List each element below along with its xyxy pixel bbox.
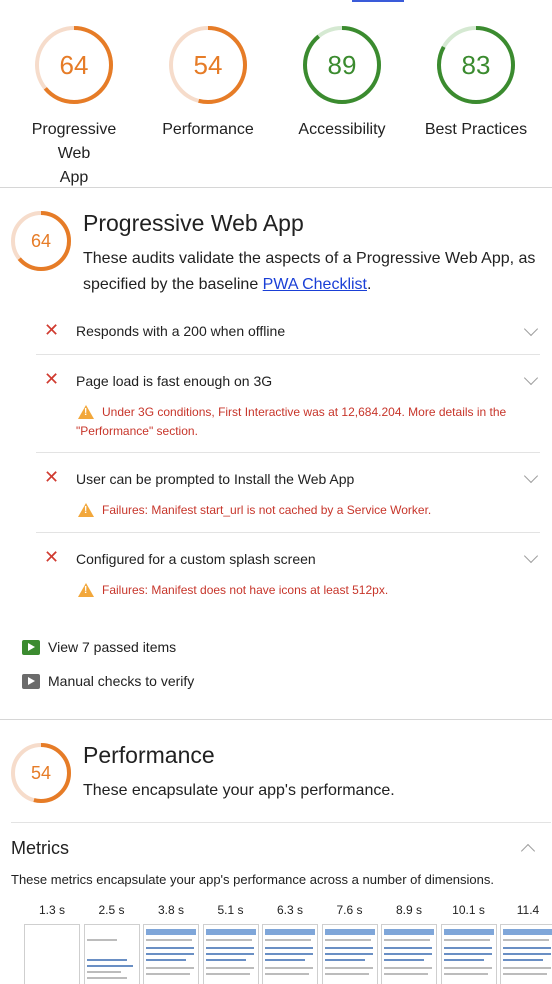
manual-checks-label: Manual checks to verify — [48, 673, 195, 689]
audit-warning: Failures: Manifest does not have icons a… — [102, 583, 389, 597]
filmstrip-frame: 1.3 s — [24, 902, 80, 984]
gauge-label-line: Accessibility — [298, 121, 386, 138]
chevron-down-icon[interactable] — [523, 468, 539, 484]
performance-section-score: 54 — [30, 763, 52, 783]
gauge-label-line: Progressive Web — [31, 121, 117, 162]
filmstrip-time: 11.4 — [516, 903, 540, 917]
filmstrip-frame: 6.3 s — [262, 902, 318, 984]
play-icon — [22, 674, 40, 689]
pwa-section-score: 64 — [30, 231, 52, 251]
chevron-down-icon[interactable] — [523, 370, 539, 386]
cross-icon: ✕ — [44, 547, 60, 567]
gauge-label-line: Performance — [162, 121, 254, 138]
gauge-best-practices[interactable]: 83 Best Practices — [417, 22, 535, 142]
filmstrip: 1.3 s 2.5 s 3.8 s 5.1 s 6.3 s 7.6 s 8.9 s 10.1 … — [0, 902, 552, 984]
warning-triangle-icon — [78, 583, 94, 597]
gauge-performance[interactable]: 54 Performance — [149, 22, 267, 142]
gauge-score: 64 — [59, 50, 89, 80]
passed-items-label: View 7 passed items — [48, 639, 177, 655]
metrics-description: These metrics encapsulate your app's per… — [11, 872, 494, 887]
performance-section-description: These encapsulate your app's performance… — [83, 782, 395, 799]
filmstrip-time: 7.6 s — [336, 903, 363, 917]
gauge-score: 54 — [193, 50, 223, 80]
filmstrip-frame: 11.4 — [500, 902, 552, 984]
cross-icon: ✕ — [44, 369, 60, 389]
filmstrip-frame: 2.5 s — [83, 902, 140, 984]
audit-installable[interactable]: ✕ User can be prompted to Install the We… — [36, 453, 540, 533]
pwa-section-gauge: 64 — [9, 209, 73, 273]
play-icon — [22, 640, 40, 655]
gauge-label: Accessibility — [283, 118, 401, 142]
gauge-accessibility[interactable]: 89 Accessibility — [283, 22, 401, 142]
filmstrip-screenshot — [202, 924, 259, 984]
filmstrip-screenshot — [440, 924, 497, 984]
score-summary: 64 Progressive Web App 54 Performance 89… — [0, 0, 552, 188]
audit-fast-3g[interactable]: ✕ Page load is fast enough on 3G Under 3… — [36, 355, 540, 453]
metrics-title: Metrics — [11, 838, 69, 858]
performance-section-gauge: 54 — [9, 741, 73, 805]
gauge-pwa[interactable]: 64 Progressive Web App — [15, 22, 133, 190]
chevron-up-icon[interactable] — [520, 843, 536, 859]
filmstrip-screenshot — [321, 924, 378, 984]
audit-title: Configured for a custom splash screen — [76, 551, 316, 567]
gauge-score: 83 — [461, 50, 491, 80]
filmstrip-frame: 8.9 s — [381, 902, 437, 984]
pwa-section-title: Progressive Web App — [83, 210, 304, 236]
filmstrip-screenshot — [500, 924, 552, 984]
warning-triangle-icon — [78, 503, 94, 517]
cross-icon: ✕ — [44, 320, 60, 340]
pwa-checklist-link[interactable]: PWA Checklist — [263, 276, 367, 293]
filmstrip-screenshot — [24, 924, 80, 984]
filmstrip-frame: 3.8 s — [143, 902, 199, 984]
filmstrip-frame: 7.6 s — [321, 902, 378, 984]
metrics-divider — [11, 822, 551, 823]
filmstrip-frame: 10.1 s — [440, 902, 497, 984]
audit-title: Responds with a 200 when offline — [76, 323, 286, 339]
chevron-down-icon[interactable] — [523, 321, 539, 337]
filmstrip-frame: 5.1 s — [202, 902, 259, 984]
filmstrip-time: 2.5 s — [98, 903, 125, 917]
filmstrip-screenshot — [83, 924, 140, 984]
filmstrip-screenshot — [381, 924, 437, 984]
gauge-label: Performance — [149, 118, 267, 142]
section-divider — [0, 719, 552, 720]
filmstrip-screenshot — [262, 924, 318, 984]
audit-splash-screen[interactable]: ✕ Configured for a custom splash screen … — [36, 533, 540, 613]
audit-offline[interactable]: ✕ Responds with a 200 when offline — [36, 308, 540, 355]
audit-warning: Failures: Manifest start_url is not cach… — [102, 503, 432, 517]
gauge-label: Best Practices — [417, 118, 535, 142]
filmstrip-time: 1.3 s — [38, 903, 65, 917]
filmstrip-screenshot — [143, 924, 199, 984]
audit-title: User can be prompted to Install the Web … — [76, 471, 355, 487]
filmstrip-time: 5.1 s — [217, 903, 244, 917]
gauge-label-line: App — [59, 169, 89, 186]
gauge-label-line: Best Practices — [424, 121, 528, 138]
filmstrip-time: 3.8 s — [157, 903, 184, 917]
gauge-label: Progressive Web App — [15, 118, 133, 190]
chevron-down-icon[interactable] — [523, 548, 539, 564]
cross-icon: ✕ — [44, 467, 60, 487]
filmstrip-time: 6.3 s — [276, 903, 303, 917]
pwa-section-description: These audits validate the aspects of a P… — [83, 246, 543, 298]
filmstrip-time: 8.9 s — [395, 903, 422, 917]
performance-section-title: Performance — [83, 742, 215, 768]
filmstrip-time: 10.1 s — [452, 903, 485, 917]
audit-title: Page load is fast enough on 3G — [76, 373, 273, 389]
audit-warning: Under 3G conditions, First Interactive w… — [76, 405, 507, 438]
gauge-score: 89 — [327, 50, 357, 80]
pwa-desc-end: . — [367, 276, 372, 293]
